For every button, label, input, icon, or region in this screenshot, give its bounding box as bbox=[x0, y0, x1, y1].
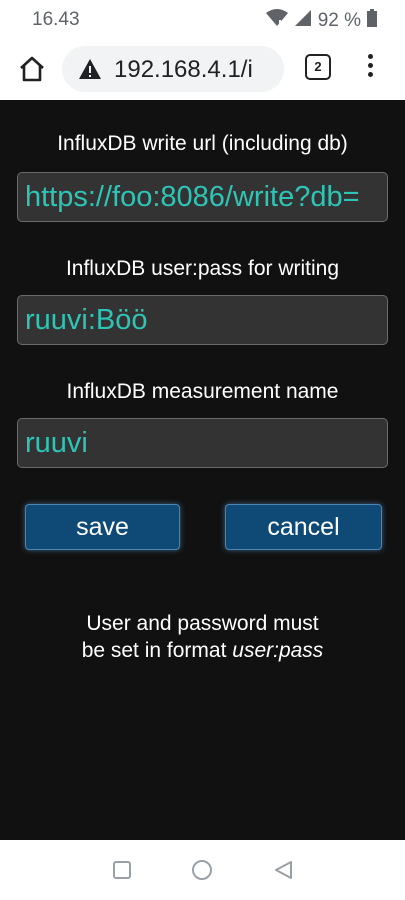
influx-measurement-input[interactable]: ruuvi bbox=[17, 418, 388, 468]
status-time: 16.43 bbox=[32, 9, 80, 30]
browser-toolbar: 192.168.4.1/i 2 bbox=[0, 40, 405, 100]
more-vert-icon[interactable] bbox=[360, 54, 380, 82]
help-line-1: User and password must bbox=[86, 612, 319, 635]
wifi-icon bbox=[265, 9, 288, 33]
save-button[interactable]: save bbox=[25, 504, 180, 550]
influx-measurement-label: InfluxDB measurement name bbox=[66, 380, 339, 403]
url-text[interactable]: 192.168.4.1/i bbox=[114, 56, 253, 84]
warning-icon[interactable] bbox=[78, 58, 102, 80]
status-icons: 92 % bbox=[265, 9, 377, 33]
signal-icon bbox=[294, 9, 312, 33]
help-text: User and password must be set in format … bbox=[0, 610, 405, 664]
help-format: user:pass bbox=[232, 639, 324, 662]
influx-url-input[interactable]: https://foo:8086/write?db= bbox=[17, 172, 388, 222]
tab-switcher-button[interactable]: 2 bbox=[305, 54, 331, 80]
influx-userpass-input[interactable]: ruuvi:Böö bbox=[17, 295, 388, 345]
influx-url-label: InfluxDB write url (including db) bbox=[57, 132, 348, 155]
recents-icon[interactable] bbox=[110, 858, 134, 882]
home-circle-icon[interactable] bbox=[190, 858, 214, 882]
android-nav-bar bbox=[0, 840, 405, 900]
cancel-button[interactable]: cancel bbox=[225, 504, 382, 550]
status-bar: 16.43 92 % bbox=[0, 0, 405, 40]
battery-percent: 92 % bbox=[317, 10, 361, 31]
battery-icon bbox=[367, 9, 377, 33]
influx-userpass-label: InfluxDB user:pass for writing bbox=[65, 257, 340, 280]
help-line-2-prefix: be set in format bbox=[81, 639, 233, 662]
address-bar[interactable]: 192.168.4.1/i bbox=[62, 46, 284, 92]
settings-form: InfluxDB write url (including db) https:… bbox=[0, 100, 405, 840]
home-icon[interactable] bbox=[16, 53, 48, 85]
help-line-2: be set in format user:pass bbox=[0, 637, 405, 664]
back-icon[interactable] bbox=[272, 858, 296, 882]
